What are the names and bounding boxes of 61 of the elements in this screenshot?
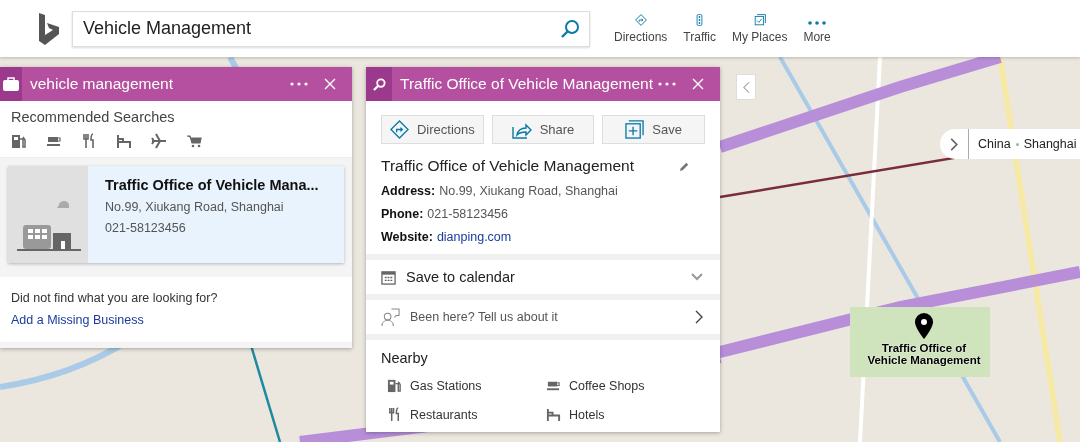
nearby-link[interactable]: Restaurants [387, 407, 546, 422]
search-icon[interactable] [560, 18, 580, 39]
chevron-icon [742, 80, 750, 94]
panel-title: vehicle management [30, 75, 175, 93]
field-label: Phone: [381, 207, 424, 221]
result-card[interactable]: Traffic Office of Vehicle Mana... No.99, Xiukang Road, Shanghai 021-58123456 [8, 166, 344, 263]
gas-pump-icon[interactable] [11, 133, 27, 149]
add-icon [625, 120, 645, 139]
result-name: Traffic Office of Vehicle Mana... [105, 177, 319, 193]
not-found-text: Did not find what you are looking for? [11, 291, 219, 305]
search-field[interactable]: Vehicle Management [72, 10, 590, 47]
bed-icon [546, 407, 561, 422]
nearby-link[interactable]: Hotels [546, 407, 705, 422]
panel-title: Traffic Office of Vehicle Management [400, 75, 654, 93]
add-business-link[interactable]: Add a Missing Business [11, 313, 144, 327]
feedback-row[interactable]: Been here? Tell us about it [366, 300, 720, 340]
result-address: No.99, Xiukang Road, Shanghai [105, 200, 285, 214]
action-button[interactable]: Save [602, 115, 705, 144]
more-icon[interactable] [658, 82, 676, 86]
chevron-icon[interactable] [950, 137, 958, 151]
field-value: No.99, Xiukang Road, Shanghai [439, 184, 618, 198]
calendar-icon [381, 269, 396, 285]
action-button[interactable]: Share [491, 115, 595, 144]
field-label: Website: [381, 230, 433, 244]
fork-knife-icon [387, 407, 402, 422]
close-icon[interactable] [692, 78, 704, 90]
directions-icon [389, 120, 409, 139]
fork-knife-icon[interactable] [81, 133, 97, 149]
gas-pump-icon [387, 378, 402, 393]
nearby-link[interactable]: Coffee Shops [546, 378, 705, 393]
toolbar-button[interactable]: Directions [606, 9, 676, 48]
toolbar-button[interactable]: Traffic [675, 9, 725, 48]
map-pin-icon[interactable] [915, 313, 933, 339]
section-heading: Recommended Searches [11, 109, 176, 125]
pencil-icon[interactable] [679, 160, 690, 172]
field-label: Address: [381, 184, 436, 198]
calendar-row[interactable]: Save to calendar [366, 260, 720, 300]
search-icon [372, 77, 386, 91]
result-phone: 021-58123456 [105, 221, 187, 235]
nearby-link[interactable]: Gas Stations [387, 378, 546, 393]
chevron-icon [695, 310, 703, 324]
bed-icon[interactable] [116, 133, 132, 149]
more-icon[interactable] [290, 82, 308, 86]
action-button[interactable]: Directions [381, 115, 484, 144]
toolbar-button[interactable]: My Places [724, 9, 796, 48]
breadcrumb-link[interactable]: Shanghai [1023, 137, 1077, 151]
toolbar-button[interactable]: More [795, 9, 839, 48]
airplane-icon[interactable] [151, 133, 167, 149]
logo-icon[interactable] [38, 12, 60, 45]
place-name: Traffic Office of Vehicle Management [381, 157, 634, 175]
chevron-icon [691, 273, 703, 281]
close-icon[interactable] [324, 78, 336, 90]
website-link[interactable]: dianping.com [436, 230, 512, 244]
section-heading: Nearby [381, 350, 429, 366]
briefcase-icon [3, 77, 19, 91]
person-chat-icon [381, 307, 400, 327]
more-icon [807, 19, 828, 26]
breadcrumb-link[interactable]: China [978, 137, 1011, 151]
field-value: 021-58123456 [427, 207, 508, 221]
shopping-cart-icon[interactable] [186, 133, 202, 149]
pin-label: Traffic Office of Vehicle Management [866, 342, 982, 366]
